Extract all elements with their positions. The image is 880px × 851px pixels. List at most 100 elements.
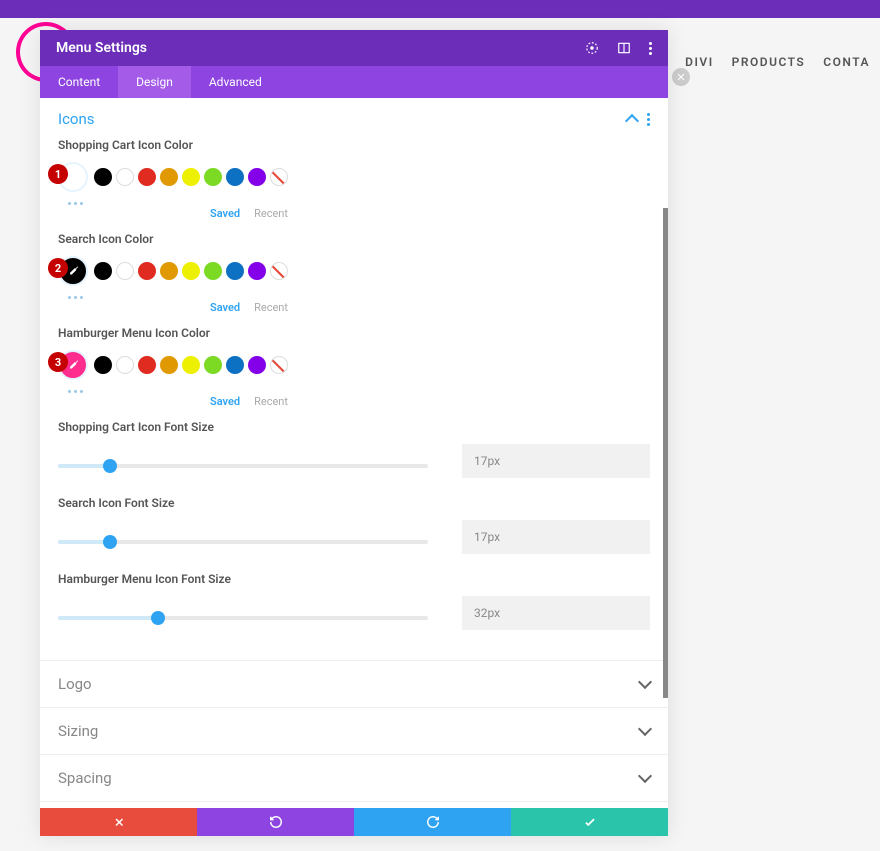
color-swatch[interactable] xyxy=(226,356,244,374)
color-swatch[interactable] xyxy=(160,262,178,280)
color-swatch[interactable] xyxy=(182,168,200,186)
color-swatch[interactable] xyxy=(116,262,134,280)
accordion-border[interactable]: Border xyxy=(40,801,668,808)
save-button[interactable] xyxy=(511,808,668,836)
color-swatch[interactable] xyxy=(116,356,134,374)
annotation-badge-3: 3 xyxy=(48,352,68,372)
cart-size-row xyxy=(58,444,650,478)
recent-tab[interactable]: Recent xyxy=(254,301,288,314)
color-swatch[interactable] xyxy=(138,356,156,374)
search-size-slider[interactable] xyxy=(58,540,428,544)
close-icon[interactable]: ✕ xyxy=(672,68,690,86)
color-swatch[interactable] xyxy=(204,262,222,280)
color-swatch[interactable] xyxy=(182,262,200,280)
tab-content[interactable]: Content xyxy=(40,66,118,98)
close-icon xyxy=(113,816,125,828)
redo-icon xyxy=(426,815,440,829)
saved-tab[interactable]: Saved xyxy=(210,395,240,408)
color-swatch[interactable] xyxy=(160,168,178,186)
accordion-logo[interactable]: Logo xyxy=(40,660,668,707)
color-swatch[interactable] xyxy=(94,168,112,186)
accordion-sizing[interactable]: Sizing xyxy=(40,707,668,754)
chevron-down-icon xyxy=(638,675,652,689)
chevron-down-icon xyxy=(638,769,652,783)
more-icon[interactable] xyxy=(649,42,652,55)
hamburger-size-slider[interactable] xyxy=(58,616,428,620)
panel-header: Menu Settings xyxy=(40,30,668,66)
cart-color-row: 1 xyxy=(58,162,650,192)
color-swatch[interactable] xyxy=(226,262,244,280)
help-icon[interactable] xyxy=(585,41,599,55)
nav-divi[interactable]: DIVI xyxy=(685,55,714,69)
tab-advanced[interactable]: Advanced xyxy=(191,66,280,98)
responsive-icon[interactable] xyxy=(617,41,631,55)
section-icons-header[interactable]: Icons xyxy=(40,98,668,138)
undo-button[interactable] xyxy=(197,808,354,836)
color-swatch[interactable] xyxy=(248,356,266,374)
more-dots-icon[interactable] xyxy=(58,386,650,395)
site-topbar xyxy=(0,0,880,18)
cart-size-slider[interactable] xyxy=(58,464,428,468)
scrollbar[interactable] xyxy=(663,208,668,698)
chevron-down-icon xyxy=(638,722,652,736)
accordion-title: Spacing xyxy=(58,769,112,787)
menu-settings-panel: Menu Settings Content Design Advanced Ic… xyxy=(40,30,668,836)
color-swatch-transparent[interactable] xyxy=(270,262,288,280)
search-size-label: Search Icon Font Size xyxy=(58,496,650,510)
color-swatch[interactable] xyxy=(204,356,222,374)
more-dots-icon[interactable] xyxy=(58,198,650,207)
cart-size-input[interactable] xyxy=(462,444,650,478)
color-swatch[interactable] xyxy=(138,262,156,280)
color-swatch[interactable] xyxy=(182,356,200,374)
accordion-title: Logo xyxy=(58,675,92,693)
chevron-up-icon xyxy=(625,114,639,128)
slider-thumb[interactable] xyxy=(103,459,117,473)
color-swatch[interactable] xyxy=(138,168,156,186)
more-dots-icon[interactable] xyxy=(58,292,650,301)
color-swatch[interactable] xyxy=(248,262,266,280)
color-swatch-transparent[interactable] xyxy=(270,356,288,374)
section-icons-title: Icons xyxy=(58,110,95,128)
accordion-spacing[interactable]: Spacing xyxy=(40,754,668,801)
tab-design[interactable]: Design xyxy=(118,66,191,98)
cancel-button[interactable] xyxy=(40,808,197,836)
color-swatch[interactable] xyxy=(116,168,134,186)
cart-color-label: Shopping Cart Icon Color xyxy=(58,138,650,152)
search-size-input[interactable] xyxy=(462,520,650,554)
undo-icon xyxy=(269,815,283,829)
check-icon xyxy=(583,815,597,829)
palette-tabs: Saved Recent xyxy=(58,301,288,314)
color-swatch[interactable] xyxy=(94,356,112,374)
color-swatch[interactable] xyxy=(160,356,178,374)
header-icons xyxy=(585,41,652,55)
color-swatch[interactable] xyxy=(94,262,112,280)
palette-tabs: Saved Recent xyxy=(58,395,288,408)
nav-contact[interactable]: CONTA xyxy=(823,55,870,69)
section-icons-body: Shopping Cart Icon Color 1 Saved Recen xyxy=(40,138,668,660)
color-swatch-transparent[interactable] xyxy=(270,168,288,186)
hamburger-size-input[interactable] xyxy=(462,596,650,630)
search-color-label: Search Icon Color xyxy=(58,232,650,246)
color-swatch[interactable] xyxy=(226,168,244,186)
cart-size-label: Shopping Cart Icon Font Size xyxy=(58,420,650,434)
section-more-icon[interactable] xyxy=(647,113,650,126)
nav-products[interactable]: PRODUCTS xyxy=(732,55,806,69)
slider-thumb[interactable] xyxy=(151,611,165,625)
recent-tab[interactable]: Recent xyxy=(254,207,288,220)
color-swatch[interactable] xyxy=(248,168,266,186)
slider-thumb[interactable] xyxy=(103,535,117,549)
panel-title: Menu Settings xyxy=(56,40,147,56)
site-nav: DIVI PRODUCTS CONTA xyxy=(685,55,870,69)
saved-tab[interactable]: Saved xyxy=(210,207,240,220)
tabs: Content Design Advanced xyxy=(40,66,668,98)
recent-tab[interactable]: Recent xyxy=(254,395,288,408)
panel-body: Icons Shopping Cart Icon Color 1 xyxy=(40,98,668,808)
search-size-row xyxy=(58,520,650,554)
palette-tabs: Saved Recent xyxy=(58,207,288,220)
hamburger-size-label: Hamburger Menu Icon Font Size xyxy=(58,572,650,586)
color-swatch[interactable] xyxy=(204,168,222,186)
redo-button[interactable] xyxy=(354,808,511,836)
saved-tab[interactable]: Saved xyxy=(210,301,240,314)
hamburger-size-row xyxy=(58,596,650,630)
panel-footer xyxy=(40,808,668,836)
